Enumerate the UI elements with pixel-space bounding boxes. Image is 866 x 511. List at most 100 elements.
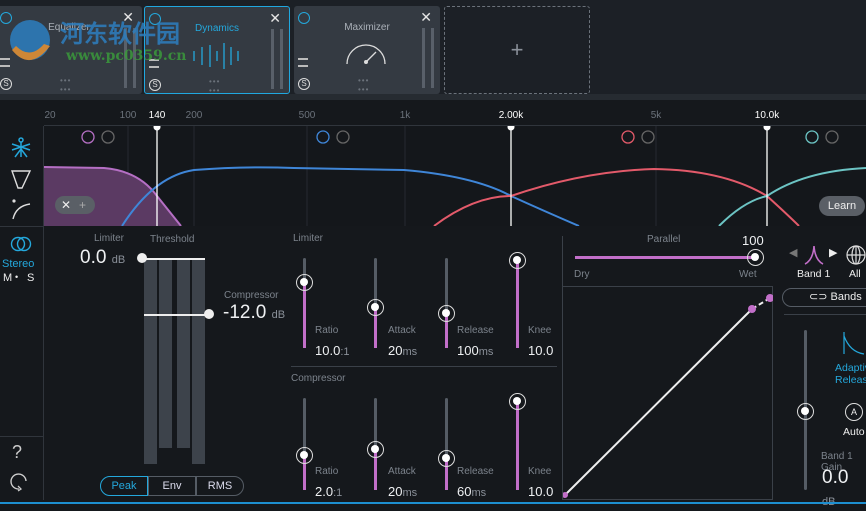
compressor-attack-slider[interactable] <box>367 398 384 490</box>
peak-button[interactable]: Peak <box>100 476 148 496</box>
compressor-release-slider[interactable] <box>438 398 455 490</box>
slider-value[interactable]: 20ms <box>388 484 417 499</box>
limiter-attack-slider[interactable] <box>367 258 384 348</box>
mid-button[interactable]: M <box>3 272 12 284</box>
module-dynamics[interactable]: Dynamics ✕ S ••• ••• <box>144 6 290 95</box>
limiter-knee-slider[interactable] <box>509 251 526 348</box>
parallel-value[interactable]: 100 <box>742 233 764 248</box>
slider-value[interactable]: 10.0 <box>528 484 553 499</box>
solo-icon[interactable]: S <box>149 79 161 91</box>
close-icon[interactable]: ✕ <box>122 9 134 26</box>
drag-handle-icon[interactable]: ••• ••• <box>60 76 71 94</box>
slider-thumb[interactable] <box>367 298 384 316</box>
auto-icon[interactable]: A <box>845 403 863 421</box>
close-icon[interactable]: ✕ <box>269 10 281 27</box>
freq-tick: 100 <box>119 110 137 121</box>
limiter-threshold-value[interactable]: 0.0 dB <box>80 247 125 269</box>
adaptive-release-icon[interactable] <box>842 330 866 356</box>
band-gain-slider[interactable] <box>797 330 814 490</box>
slider-thumb[interactable] <box>438 304 455 322</box>
add-module-button[interactable]: + <box>444 6 590 94</box>
band-label: Band 1 <box>797 268 831 280</box>
slider-value[interactable]: 20ms <box>388 343 417 358</box>
freq-tick: 1k <box>399 110 411 121</box>
module-equalizer[interactable]: Equalizer ✕ S ••• ••• <box>0 6 142 94</box>
list-icon[interactable] <box>0 58 10 67</box>
reset-icon[interactable] <box>8 470 30 492</box>
side-button[interactable]: S <box>27 272 34 284</box>
limiter-release-slider[interactable] <box>438 258 455 348</box>
compressor-threshold-value[interactable]: -12.0 dB <box>223 302 285 324</box>
link-bands-button[interactable]: ⊂⊃ Bands <box>782 288 866 307</box>
link-bands-label: Bands <box>830 291 862 303</box>
unit: ms <box>402 487 418 499</box>
env-button[interactable]: Env <box>148 476 196 496</box>
globe-icon[interactable] <box>845 244 866 266</box>
slider-value[interactable]: 10.0:1 <box>315 343 350 358</box>
level-meter <box>124 28 136 88</box>
slider-value[interactable]: 60ms <box>457 484 486 499</box>
solo-icon[interactable]: S <box>0 78 12 90</box>
module-maximizer[interactable]: Maximizer ✕ S ••• ••• <box>294 6 440 94</box>
curve-icon[interactable] <box>10 198 32 220</box>
prev-band-icon[interactable]: ◀ <box>789 246 797 259</box>
all-bands-button[interactable]: All <box>849 268 861 280</box>
unit: :1 <box>333 487 343 499</box>
close-icon[interactable]: ✕ <box>420 9 432 26</box>
next-band-icon[interactable]: ▶ <box>829 246 837 259</box>
value: 60 <box>457 484 472 499</box>
multiband-icon[interactable] <box>10 136 32 158</box>
adaptive-release-label[interactable]: Adaptive Release <box>835 362 866 386</box>
slider-thumb[interactable] <box>296 274 313 292</box>
list-icon[interactable] <box>298 58 308 67</box>
learn-button[interactable]: Learn <box>819 196 865 216</box>
compressor-threshold-handle[interactable] <box>204 309 214 319</box>
threshold-meter <box>144 258 206 466</box>
unit: ms <box>471 487 487 499</box>
rms-button[interactable]: RMS <box>196 476 244 496</box>
slider-thumb[interactable] <box>509 251 526 269</box>
slider-thumb[interactable] <box>296 447 313 465</box>
crossover-slope-icon[interactable] <box>10 168 32 190</box>
value: 0.0 <box>822 467 849 488</box>
parallel-slider[interactable] <box>575 249 764 266</box>
slider-fill <box>516 259 519 348</box>
remove-band-button[interactable]: ✕ <box>61 196 71 214</box>
drag-handle-icon[interactable]: ••• ••• <box>209 77 220 95</box>
value: 10.0 <box>528 343 554 358</box>
limiter-section-title: Limiter <box>293 233 324 244</box>
value: 2.0 <box>315 484 334 499</box>
freq-tick: 20 <box>44 110 56 121</box>
slider-label: Knee <box>528 466 552 477</box>
slider-value[interactable]: 2.0:1 <box>315 484 342 499</box>
compressor-section-title: Compressor <box>291 373 346 384</box>
drag-handle-icon[interactable]: ••• ••• <box>358 76 369 94</box>
stereo-button[interactable]: Stereo <box>2 258 34 270</box>
slider-label: Knee <box>528 325 552 336</box>
stereo-icon[interactable] <box>10 236 32 252</box>
slider-label: Ratio <box>315 466 339 477</box>
slider-thumb[interactable] <box>367 440 384 458</box>
slider-thumb[interactable] <box>438 449 455 467</box>
limiter-ratio-slider[interactable] <box>296 258 313 348</box>
unit: ms <box>478 346 494 358</box>
limiter-threshold-handle[interactable] <box>137 253 147 263</box>
list-icon[interactable] <box>149 59 159 68</box>
crossover-label: 10.0k <box>754 110 780 121</box>
band-spectrum[interactable]: ✕ + Learn <box>44 126 866 226</box>
slider-value[interactable]: 100ms <box>457 343 493 358</box>
link-icon: ⊂⊃ <box>809 291 831 303</box>
compressor-ratio-slider[interactable] <box>296 398 313 490</box>
transfer-curve[interactable] <box>562 286 774 500</box>
slider-fill <box>516 400 519 490</box>
slider-value[interactable]: 10.0 <box>528 343 553 358</box>
auto-label: Auto <box>843 426 865 438</box>
compressor-knee-slider[interactable] <box>509 392 526 490</box>
add-band-button[interactable]: + <box>79 196 86 214</box>
slider-label: Attack <box>388 325 416 336</box>
help-button[interactable]: ? <box>12 442 22 463</box>
solo-icon[interactable]: S <box>298 78 310 90</box>
slider-thumb[interactable] <box>509 392 526 410</box>
band-gain-value[interactable]: 0.0 dB <box>822 467 866 511</box>
value: 20 <box>388 343 403 358</box>
